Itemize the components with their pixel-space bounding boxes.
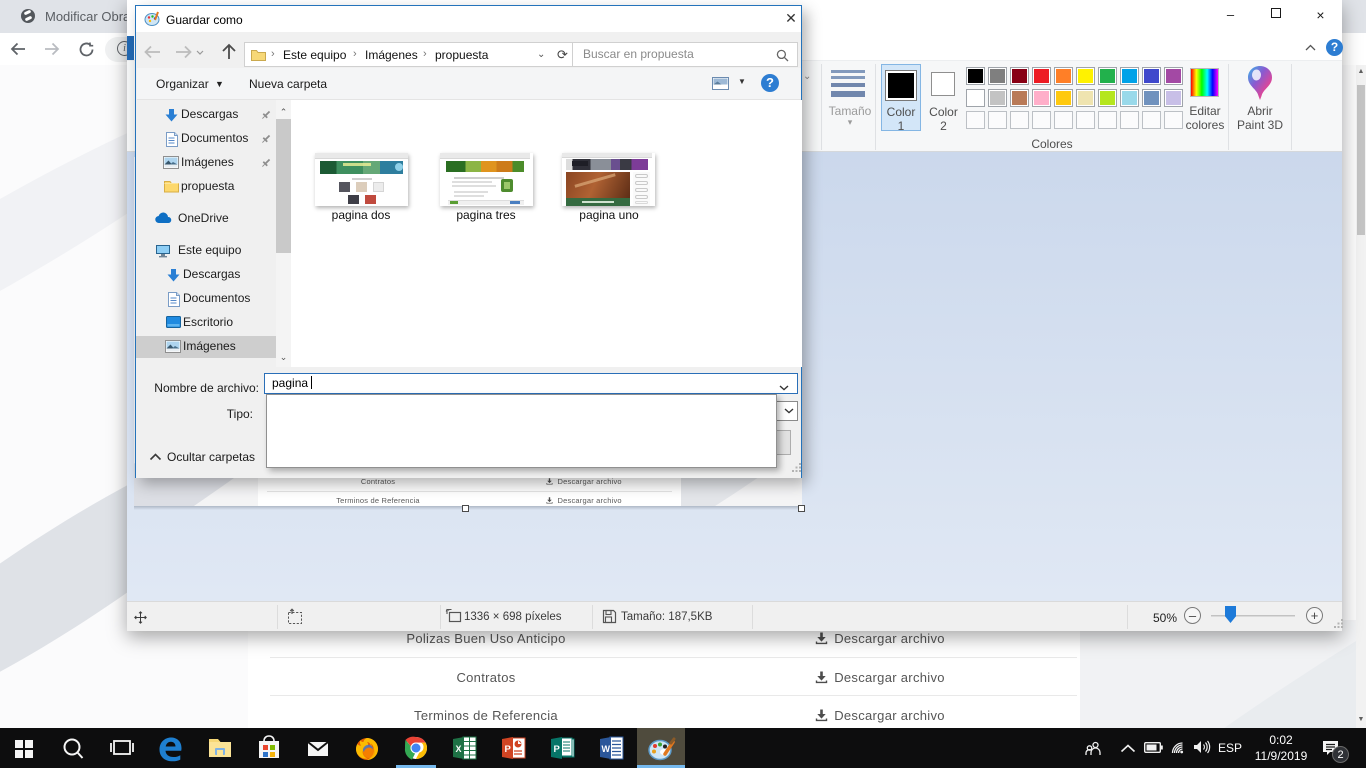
svg-text:P: P	[554, 744, 561, 755]
svg-text:P: P	[505, 744, 512, 755]
svg-text:X: X	[456, 744, 462, 754]
svg-text:W: W	[602, 744, 611, 754]
